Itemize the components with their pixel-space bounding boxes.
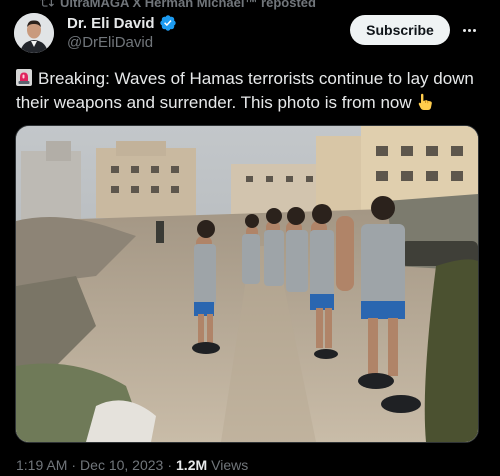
more-dot bbox=[467, 28, 471, 32]
meta-separator: · bbox=[71, 457, 77, 473]
photo-scene bbox=[16, 126, 478, 442]
author-name[interactable]: Dr. Eli David bbox=[67, 15, 155, 32]
siren-emoji-icon bbox=[16, 69, 32, 86]
repost-text: UltraMAGA X Herman Michael™ reposted bbox=[60, 0, 316, 10]
views-label: Views bbox=[211, 457, 249, 473]
more-dot bbox=[472, 28, 476, 32]
subscribe-button[interactable]: Subscribe bbox=[350, 15, 450, 45]
author-handle[interactable]: @DrEliDavid bbox=[67, 34, 153, 51]
tweet-photo[interactable] bbox=[15, 125, 479, 443]
pointing-down-emoji-icon bbox=[418, 93, 432, 110]
author-name-row[interactable]: Dr. Eli David bbox=[67, 14, 177, 32]
tweet-meta: 1:19 AM · Dec 10, 2023 · 1.2M Views bbox=[16, 457, 248, 473]
tweet-time[interactable]: 1:19 AM bbox=[16, 457, 67, 473]
tweet-date[interactable]: Dec 10, 2023 bbox=[80, 457, 163, 473]
repost-indicator[interactable]: UltraMAGA X Herman Michael™ reposted bbox=[40, 0, 316, 10]
views-count: 1.2M bbox=[176, 457, 208, 473]
more-options-icon[interactable] bbox=[458, 20, 480, 40]
meta-separator: · bbox=[167, 457, 173, 473]
verified-badge-icon bbox=[159, 15, 176, 31]
tweet-line-2: their weapons and surrender. This photo … bbox=[16, 93, 412, 112]
avatar[interactable] bbox=[14, 13, 54, 53]
tweet-text: Breaking: Waves of Hamas terrorists cont… bbox=[16, 67, 486, 115]
avatar-image bbox=[14, 13, 54, 53]
repost-icon bbox=[40, 0, 54, 7]
tweet-line-1: Breaking: Waves of Hamas terrorists cont… bbox=[38, 69, 474, 88]
more-dot bbox=[462, 28, 466, 32]
